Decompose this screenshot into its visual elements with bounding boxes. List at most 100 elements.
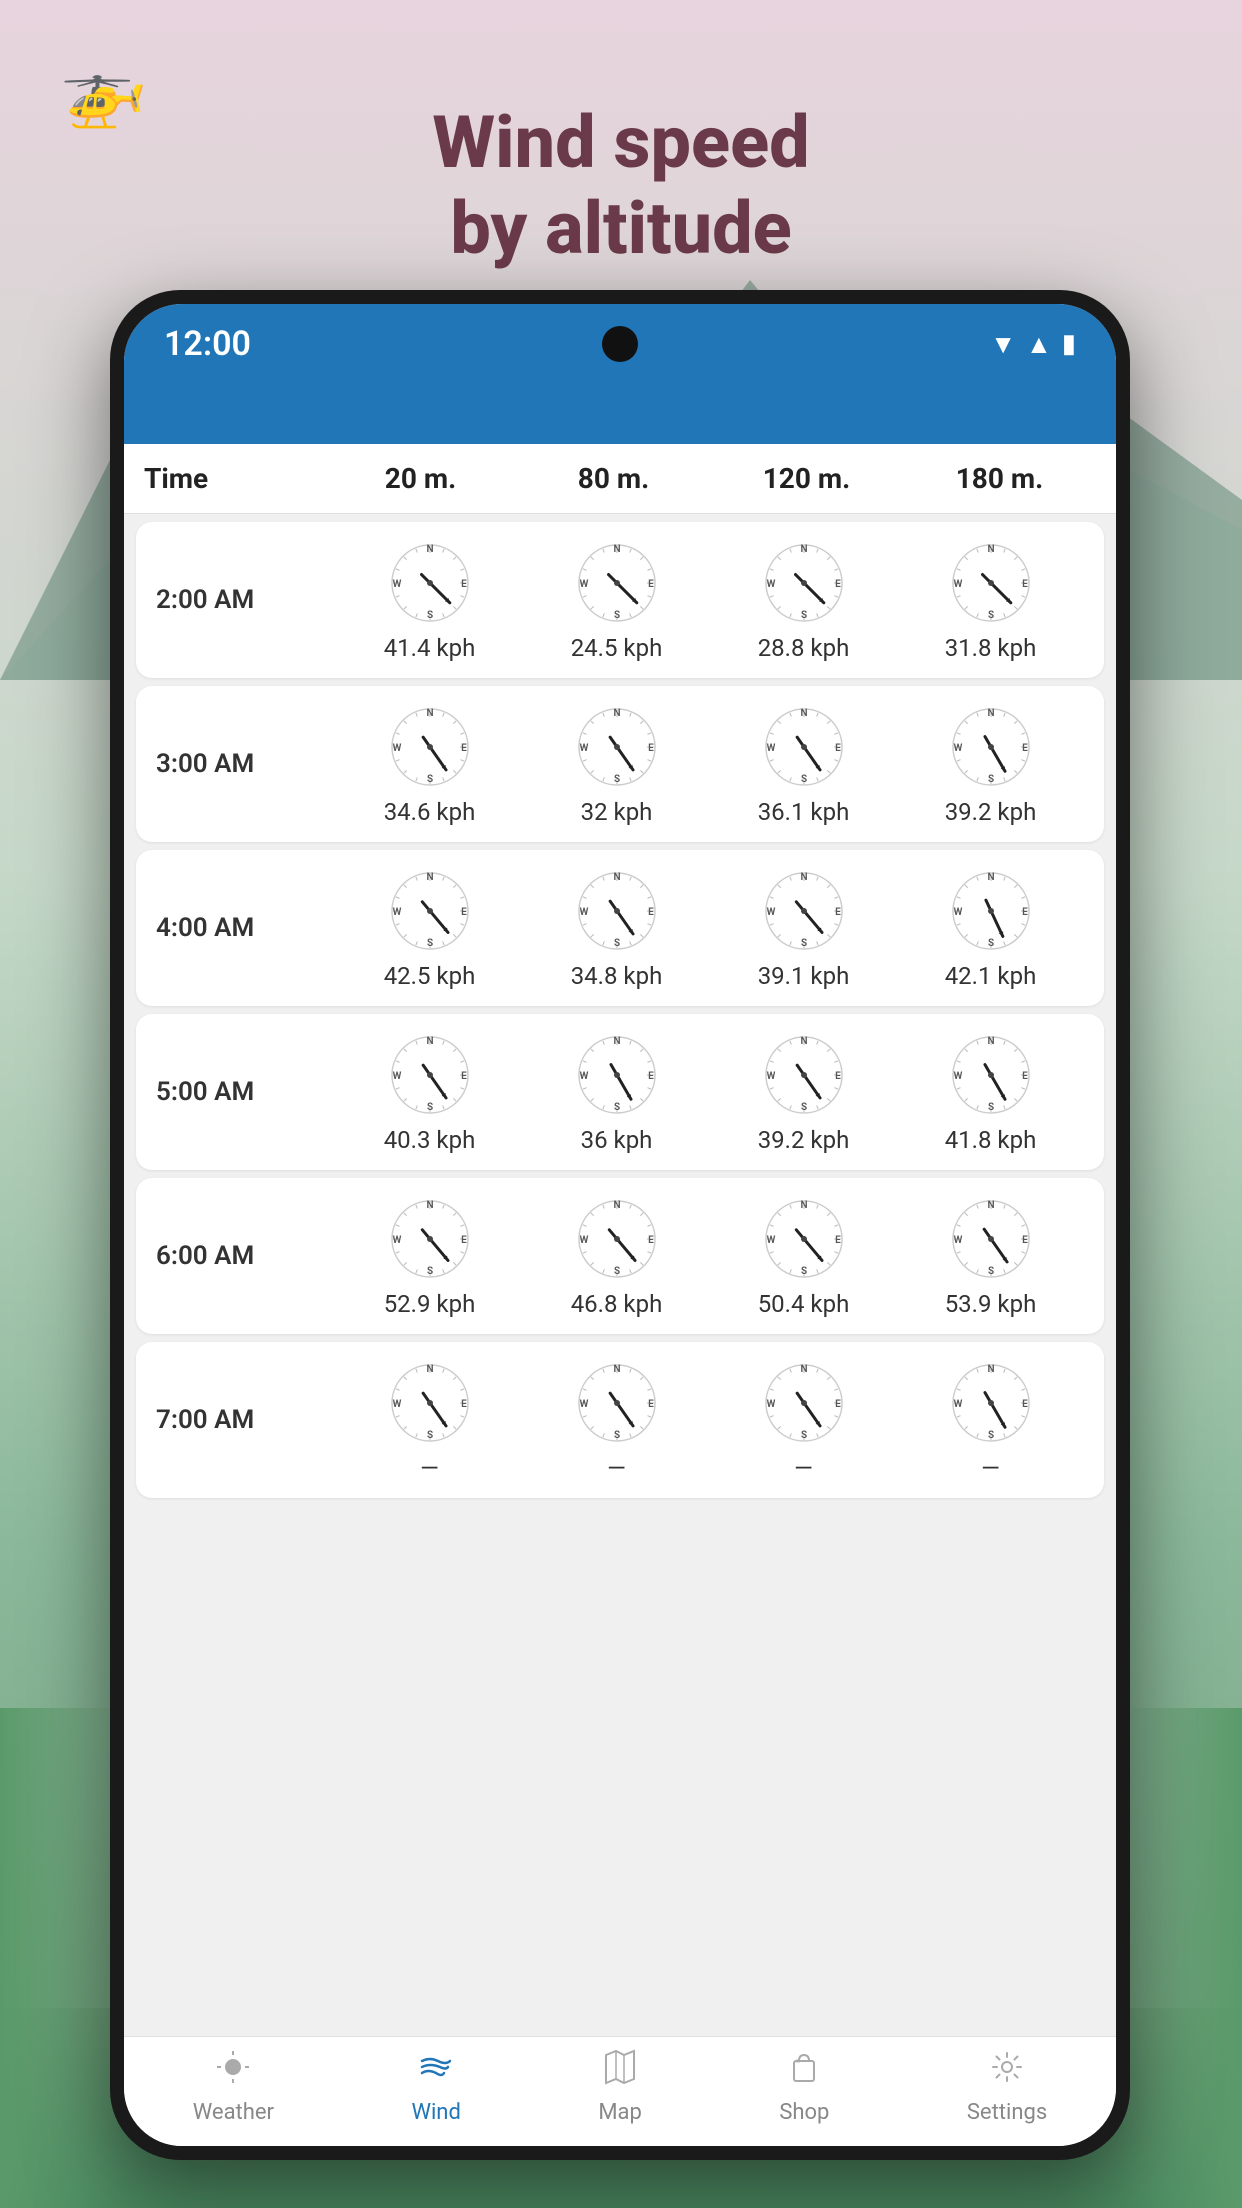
svg-text:E: E <box>648 907 654 918</box>
col-120m: 120 m. <box>710 462 903 495</box>
table-row: 3:00 AM N S W E 34.6 kph N S W E 32 kph … <box>136 686 1104 842</box>
wind-speed-value: 41.8 kph <box>945 1126 1037 1154</box>
svg-text:S: S <box>987 938 993 949</box>
nav-item-settings[interactable]: Settings <box>967 2049 1047 2125</box>
compass-dial: N S W E <box>572 702 662 792</box>
compass-dial: N S W E <box>572 1194 662 1284</box>
col-180m: 180 m. <box>903 462 1096 495</box>
compass-dial: N S W E <box>759 702 849 792</box>
col-20m: 20 m. <box>324 462 517 495</box>
nav-icon-shop <box>786 2049 822 2094</box>
wind-cell: N S W E 31.8 kph <box>897 538 1084 662</box>
nav-icon-weather <box>215 2049 251 2094</box>
svg-text:S: S <box>426 1430 432 1441</box>
svg-text:S: S <box>800 1102 806 1113</box>
wind-cell: N S W E 46.8 kph <box>523 1194 710 1318</box>
wind-cell: N S W E — <box>897 1358 1084 1482</box>
compass-dial: N S W E <box>759 1194 849 1284</box>
svg-text:W: W <box>953 907 962 918</box>
svg-text:N: N <box>987 1364 994 1375</box>
svg-text:S: S <box>987 1430 993 1441</box>
svg-text:E: E <box>835 1071 841 1082</box>
compass-dial: N S W E <box>385 702 475 792</box>
wind-speed-value: 32 kph <box>581 798 653 826</box>
svg-text:W: W <box>392 743 401 754</box>
svg-text:W: W <box>766 743 775 754</box>
svg-text:W: W <box>579 1399 588 1410</box>
app-header <box>124 384 1116 444</box>
nav-item-map[interactable]: Map <box>598 2049 642 2125</box>
svg-text:E: E <box>1022 1071 1028 1082</box>
svg-text:E: E <box>1022 743 1028 754</box>
svg-text:N: N <box>426 1036 433 1047</box>
nav-label-shop: Shop <box>779 2100 829 2125</box>
wind-table: 2:00 AM N S W E 41.4 kph N S W E 24.5 kp… <box>124 514 1116 2036</box>
wind-speed-value: 52.9 kph <box>384 1290 476 1318</box>
wind-speed-value: 24.5 kph <box>571 634 663 662</box>
nav-icon-settings <box>989 2049 1025 2094</box>
nav-item-wind[interactable]: Wind <box>411 2049 460 2125</box>
wind-speed-value: 31.8 kph <box>945 634 1037 662</box>
nav-icon-map <box>602 2049 638 2094</box>
svg-text:S: S <box>613 610 619 621</box>
svg-text:N: N <box>426 872 433 883</box>
svg-text:E: E <box>648 1235 654 1246</box>
wind-speed-value: 39.2 kph <box>945 798 1037 826</box>
time-label: 4:00 AM <box>156 913 336 943</box>
col-80m: 80 m. <box>517 462 710 495</box>
svg-text:W: W <box>953 1235 962 1246</box>
svg-text:W: W <box>579 743 588 754</box>
compass-dial: N S W E <box>385 1358 475 1448</box>
wind-cell: N S W E 42.1 kph <box>897 866 1084 990</box>
table-header: Time 20 m. 80 m. 120 m. 180 m. <box>124 444 1116 514</box>
svg-text:S: S <box>800 1266 806 1277</box>
compass-dial: N S W E <box>946 1030 1036 1120</box>
time-label: 2:00 AM <box>156 585 336 615</box>
nav-item-weather[interactable]: Weather <box>193 2049 274 2125</box>
compass-dial: N S W E <box>385 1030 475 1120</box>
svg-text:E: E <box>461 907 467 918</box>
svg-text:N: N <box>800 1364 807 1375</box>
svg-text:W: W <box>953 743 962 754</box>
battery-icon: ▮ <box>1062 329 1076 359</box>
svg-text:S: S <box>987 1266 993 1277</box>
compass-dial: N S W E <box>572 866 662 956</box>
time-label: 3:00 AM <box>156 749 336 779</box>
wind-cell: N S W E 40.3 kph <box>336 1030 523 1154</box>
time-label: 5:00 AM <box>156 1077 336 1107</box>
svg-text:S: S <box>426 938 432 949</box>
compass-dial: N S W E <box>759 538 849 628</box>
svg-text:S: S <box>987 1102 993 1113</box>
svg-text:S: S <box>800 938 806 949</box>
svg-text:S: S <box>613 774 619 785</box>
svg-text:W: W <box>953 1071 962 1082</box>
svg-text:S: S <box>426 610 432 621</box>
wind-cell: N S W E 28.8 kph <box>710 538 897 662</box>
svg-text:S: S <box>987 610 993 621</box>
svg-text:E: E <box>1022 907 1028 918</box>
compass-dial: N S W E <box>759 1030 849 1120</box>
nav-label-weather: Weather <box>193 2100 274 2125</box>
nav-label-wind: Wind <box>411 2100 460 2125</box>
svg-text:S: S <box>613 1430 619 1441</box>
svg-text:W: W <box>953 579 962 590</box>
svg-text:S: S <box>426 1266 432 1277</box>
svg-text:N: N <box>800 544 807 555</box>
svg-text:W: W <box>579 1235 588 1246</box>
svg-text:E: E <box>648 579 654 590</box>
nav-label-map: Map <box>598 2100 642 2125</box>
wind-speed-value: 41.4 kph <box>384 634 476 662</box>
svg-text:E: E <box>835 1399 841 1410</box>
svg-text:N: N <box>613 1200 620 1211</box>
svg-text:S: S <box>800 610 806 621</box>
phone-screen: 12:00 ▼ ▲ ▮ Time 20 m. 80 m. 120 m. 180 … <box>124 304 1116 2146</box>
wind-cell: N S W E 42.5 kph <box>336 866 523 990</box>
compass-dial: N S W E <box>385 866 475 956</box>
svg-text:E: E <box>648 1399 654 1410</box>
nav-item-shop[interactable]: Shop <box>779 2049 829 2125</box>
svg-text:S: S <box>613 938 619 949</box>
compass-dial: N S W E <box>946 866 1036 956</box>
svg-text:S: S <box>426 774 432 785</box>
svg-text:N: N <box>987 1200 994 1211</box>
svg-text:W: W <box>392 907 401 918</box>
